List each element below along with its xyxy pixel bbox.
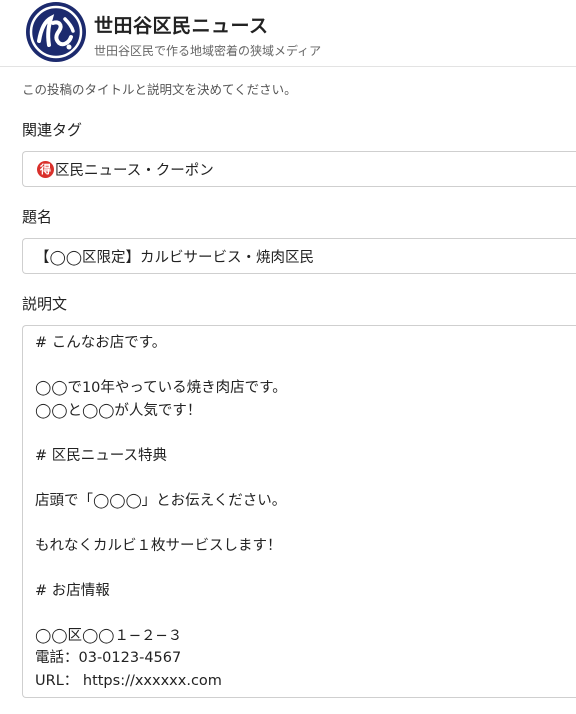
description-line: 店頭で「◯◯◯」とお伝えください。 xyxy=(35,492,287,509)
site-tagline: 世田谷区民で作る地域密着の狭域メディア xyxy=(94,44,322,58)
tags-label: 関連タグ xyxy=(22,121,83,139)
description-line xyxy=(35,355,576,378)
toku-badge-icon: 得 xyxy=(37,160,54,178)
description-line: # こんなお店です。 xyxy=(35,335,167,351)
description-line: 電話：03-0123-4567 xyxy=(35,650,182,666)
description-textarea[interactable]: # こんなお店です。 ◯◯で10年やっている焼き肉店です。 ◯◯と◯◯が人気です… xyxy=(22,325,576,698)
site-header: 世田谷区民ニュース 世田谷区民で作る地域密着の狭域メディア xyxy=(0,0,576,67)
title-label: 題名 xyxy=(22,208,53,226)
form-instruction: この投稿のタイトルと説明文を決めてください。 xyxy=(22,82,297,97)
tags-field[interactable]: 得 区民ニュース・クーポン xyxy=(22,151,576,187)
description-line: ◯◯区◯◯１−２−３ xyxy=(35,627,183,644)
title-input[interactable]: 【◯◯区限定】カルビサービス・焼肉区民 xyxy=(22,238,576,274)
description-line xyxy=(35,512,576,535)
description-line: ◯◯で10年やっている焼き肉店です。 xyxy=(35,380,287,396)
site-logo-icon[interactable] xyxy=(25,1,87,63)
description-line: # 区民ニュース特典 xyxy=(35,447,168,464)
description-line xyxy=(35,422,576,445)
description-line: URL： https://xxxxxx.com xyxy=(35,672,222,689)
title-value: 【◯◯区限定】カルビサービス・焼肉区民 xyxy=(35,249,314,266)
description-line: # お店情報 xyxy=(35,582,110,599)
tags-value: 区民ニュース・クーポン xyxy=(55,162,214,179)
description-line xyxy=(35,467,576,490)
description-label: 説明文 xyxy=(22,295,68,313)
description-line xyxy=(35,602,576,625)
description-line xyxy=(35,557,576,580)
site-title[interactable]: 世田谷区民ニュース xyxy=(94,11,269,38)
description-line: ◯◯と◯◯が人気です！ xyxy=(35,402,202,419)
description-line: もれなくカルビ１枚サービスします！ xyxy=(35,537,282,554)
